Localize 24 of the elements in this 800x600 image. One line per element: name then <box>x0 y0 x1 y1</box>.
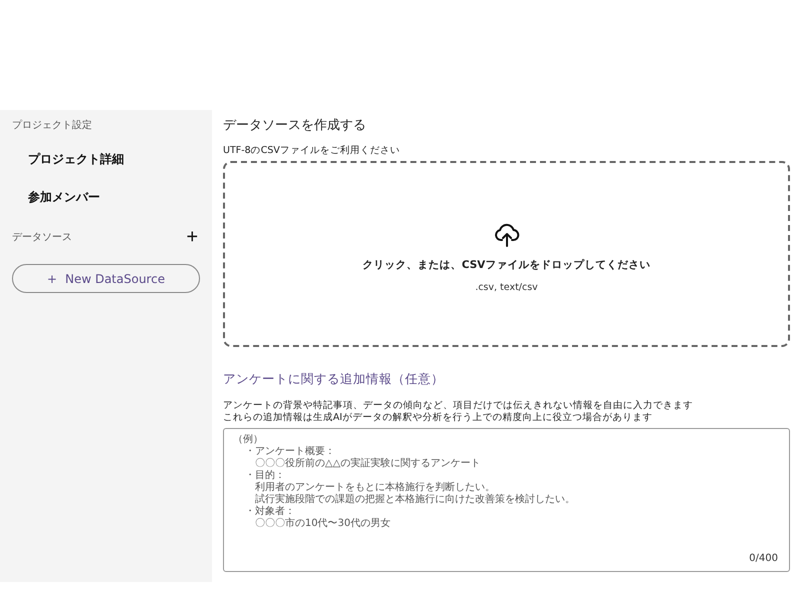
character-counter: 0/400 <box>749 553 778 564</box>
section-heading: データソース <box>12 231 72 244</box>
upload-hint: UTF-8のCSVファイルをご利用ください <box>223 144 401 157</box>
sidebar-item[interactable]: 参加メンバー <box>12 178 200 216</box>
accepted-types: .csv, text/csv <box>475 282 538 292</box>
placeholder-text: 〇〇〇役所前の△△の実証実験に関するアンケート <box>255 458 480 470</box>
file-dropzone[interactable]: クリック、または、CSVファイルをドロップしてください .csv, text/csv <box>223 161 790 347</box>
placeholder-text: ・アンケート概要： <box>245 446 335 458</box>
cloud-upload-icon <box>494 222 520 248</box>
dropzone-text: クリック、または、CSVファイルをドロップしてください <box>362 258 650 272</box>
page-title: データソースを作成する <box>223 117 367 134</box>
placeholder-text: 〇〇〇市の10代〜30代の男女 <box>255 518 390 530</box>
placeholder-text: ・目的： <box>245 470 285 482</box>
section-heading: プロジェクト設定 <box>12 118 92 132</box>
placeholder-text: ・対象者： <box>245 506 295 518</box>
placeholder-text: 利用者のアンケートをもとに本格施行を判断したい。 <box>255 482 495 494</box>
new-datasource-button[interactable]: + New DataSource <box>12 264 200 293</box>
sidebar-item[interactable]: プロジェクト詳細 <box>12 140 200 178</box>
placeholder-text: 試行実施段階での課題の把握と本格施行に向けた改善策を検討したい。 <box>255 494 575 506</box>
description-text: これらの追加情報は生成AIがデータの解釈や分析を行う上での精度向上に役立つ場合があります <box>223 412 654 424</box>
additional-info-field[interactable] <box>223 428 790 572</box>
placeholder-text: （例） <box>233 434 263 446</box>
section-title: アンケートに関する追加情報（任意） <box>223 371 445 388</box>
description-text: アンケートの背景や特記事項、データの傾向など、項目だけでは伝えきれない情報を自由に入力できます <box>223 400 694 412</box>
